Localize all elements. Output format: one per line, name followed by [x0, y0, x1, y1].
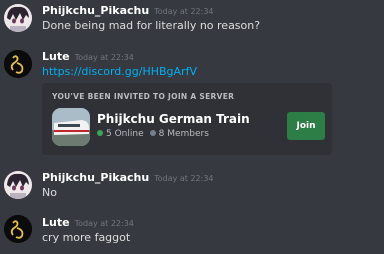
server-name: Phijkchu German Train — [97, 112, 250, 126]
invite-link[interactable]: https://discord.gg/HHBgArfV — [42, 65, 197, 78]
join-button[interactable]: Join — [287, 112, 325, 140]
members-dot-icon — [149, 130, 156, 136]
author-name[interactable]: Phijkchu_Pikachu Today at 22:34 — [42, 171, 214, 184]
message-text: Done being mad for literally no reason? — [42, 19, 261, 32]
message-text: cry more faggot — [42, 231, 131, 244]
timestamp: Today at 22:34 — [154, 174, 214, 183]
avatar[interactable] — [4, 50, 32, 78]
author-name[interactable]: Lute Today at 22:34 — [42, 50, 134, 63]
server-invite-card: YOU'VE BEEN INVITED TO JOIN A SERVER Phi… — [42, 83, 332, 155]
author-name[interactable]: Lute Today at 22:34 — [42, 216, 134, 229]
invite-heading: YOU'VE BEEN INVITED TO JOIN A SERVER — [52, 92, 235, 101]
online-count: 5 Online — [106, 129, 144, 139]
server-icon[interactable] — [52, 108, 90, 146]
avatar[interactable] — [4, 4, 32, 32]
author-name[interactable]: Phijkchu_Pikachu Today at 22:34 — [42, 4, 214, 17]
avatar[interactable] — [4, 171, 32, 199]
timestamp: Today at 22:34 — [154, 7, 214, 16]
member-count: 8 Members — [158, 129, 209, 139]
message-text: No — [42, 186, 57, 199]
timestamp: Today at 22:34 — [74, 219, 134, 228]
online-dot-icon — [97, 130, 103, 136]
timestamp: Today at 22:34 — [74, 53, 134, 62]
avatar[interactable] — [4, 215, 32, 243]
server-stats: 5 Online 8 Members — [97, 129, 209, 139]
